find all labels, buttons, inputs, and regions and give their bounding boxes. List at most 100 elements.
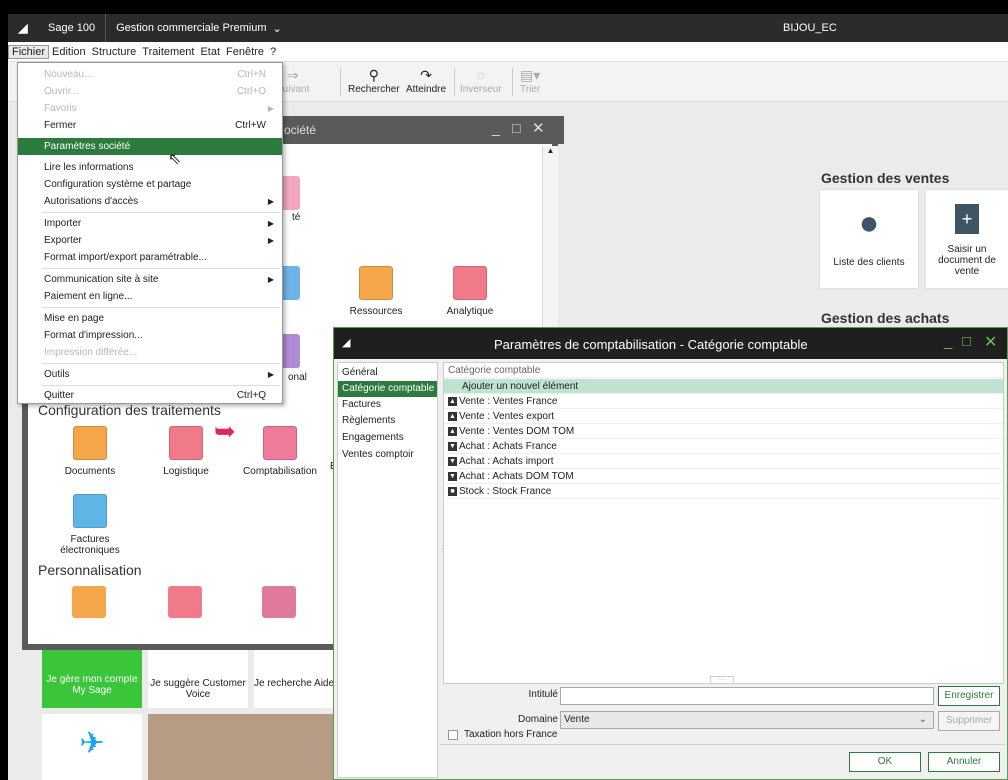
minimize-icon[interactable]: _ [492, 120, 500, 136]
menu-item-format-impression[interactable]: Format d'impression... [18, 327, 282, 344]
minimize-icon[interactable]: _ [944, 333, 952, 350]
categorie-list: Catégorie comptable Ajouter un nouvel él… [443, 362, 1004, 684]
forms-icon[interactable] [72, 586, 106, 618]
menu-item-nouveau[interactable]: Nouveau... Ctrl+N [18, 66, 282, 83]
list-item[interactable]: ▲ Vente : Ventes DOM TOM [444, 424, 1003, 439]
product-selector[interactable]: Gestion commerciale Premium ⌄ [106, 22, 292, 35]
list-item[interactable]: ■ Stock : Stock France [444, 484, 1003, 499]
cancel-button[interactable]: Annuler [928, 752, 1000, 772]
menu-edition[interactable]: Edition [49, 46, 89, 58]
list-item-label: Achat : Achats import [459, 456, 554, 467]
menu-item-autorisations[interactable]: Autorisations d'accès ▶ [18, 193, 282, 210]
menu-item-configuration[interactable]: Configuration système et partage [18, 176, 282, 193]
nav-reglements[interactable]: Règlements [338, 413, 437, 429]
menu-item-format-import-export[interactable]: Format import/export paramétrable... [18, 249, 282, 266]
sort-icon: ▤▾ [520, 67, 541, 83]
list-item-label: Achat : Achats France [459, 441, 557, 452]
tile-label: Saisir un document de vente [938, 244, 996, 277]
domaine-select[interactable]: Vente ⌄ [560, 711, 934, 729]
delete-button[interactable]: Supprimer [938, 711, 1000, 731]
scroll-up-icon[interactable]: ▲ [543, 146, 558, 155]
tile-aide-en-ligne[interactable]: Je recherche Aide en ligne [254, 650, 334, 708]
menu-fenetre[interactable]: Fenêtre [223, 46, 267, 58]
list-item-label: Achat : Achats DOM TOM [459, 471, 574, 482]
calendar-icon[interactable] [168, 586, 202, 618]
shortcut: Ctrl+O [236, 86, 266, 97]
module-ressources[interactable]: Ressources [336, 266, 416, 317]
module-label: Comptabilisation [243, 466, 317, 477]
list-item[interactable]: ▼ Achat : Achats France [444, 439, 1003, 454]
toolbar-inverseur-button[interactable]: ◌ Inverseur [460, 66, 502, 95]
menu-item-parametres-societe[interactable]: Paramètres société [18, 138, 282, 155]
sale-icon: ▲ [448, 396, 457, 406]
nav-factures[interactable]: Factures [338, 397, 437, 413]
window-title: ociété [284, 123, 317, 137]
list-item[interactable]: ▲ Vente : Ventes export [444, 409, 1003, 424]
toolbar-divider [454, 68, 455, 96]
maximize-icon[interactable]: □ [962, 333, 971, 350]
menu-item-importer[interactable]: Importer ▶ [18, 215, 282, 232]
tile-customer-voice[interactable]: Je suggère Customer Voice [148, 650, 248, 708]
tile-liste-clients[interactable]: ● Liste des clients [820, 190, 918, 288]
nav-engagements[interactable]: Engagements [338, 430, 437, 446]
nav-ventes-comptoir[interactable]: Ventes comptoir [338, 447, 437, 463]
search-icon: ⚲ [368, 67, 379, 83]
menu-item-ouvrir[interactable]: Ouvrir... Ctrl+O [18, 83, 282, 100]
menu-item-label: Lire les informations [44, 162, 134, 173]
list-item[interactable]: ▲ Vente : Ventes France [444, 394, 1003, 409]
menu-help[interactable]: ? [267, 46, 279, 58]
arrow-pointer-icon: ➥ [214, 416, 236, 446]
intitule-input[interactable] [560, 687, 934, 705]
menu-traitement[interactable]: Traitement [139, 46, 197, 58]
menu-item-mise-en-page[interactable]: Mise en page [18, 310, 282, 327]
divider [440, 744, 1005, 745]
close-icon[interactable]: ✕ [984, 332, 997, 352]
tile-saisir-document[interactable]: + Saisir un document de vente [926, 190, 1008, 288]
module-factures-electroniques[interactable]: Factures électroniques [50, 494, 130, 556]
menu-structure[interactable]: Structure [89, 46, 140, 58]
taxation-checkbox[interactable] [448, 730, 458, 740]
toolbar-divider [340, 68, 341, 96]
ok-button[interactable]: OK [849, 752, 921, 772]
shortcut: Ctrl+Q [236, 390, 266, 401]
nav-categorie-comptable[interactable]: Catégorie comptable [338, 381, 437, 397]
add-item-row[interactable]: Ajouter un nouvel élément [444, 379, 1003, 394]
list-item[interactable]: ▼ Achat : Achats import [444, 454, 1003, 469]
module-documents[interactable]: Documents [50, 426, 130, 477]
splitter-handle[interactable]: ···· [710, 676, 734, 684]
menu-item-fermer[interactable]: Fermer Ctrl+W [18, 117, 282, 134]
menu-item-label: Ouvrir... [44, 86, 80, 97]
tile-my-sage[interactable]: Je gère mon compte My Sage [42, 650, 142, 708]
module-comptabilisation[interactable]: Comptabilisation [240, 426, 320, 477]
twitter-icon[interactable]: ✈ [42, 714, 142, 780]
nav-general[interactable]: Général [338, 365, 437, 381]
menu-item-favoris[interactable]: Favoris ▶ [18, 100, 282, 117]
menu-item-impression-differee[interactable]: Impression différée... [18, 344, 282, 361]
menu-item-exporter[interactable]: Exporter ▶ [18, 232, 282, 249]
menu-item-label: Communication site à site [44, 274, 159, 285]
menu-etat[interactable]: Etat [197, 46, 223, 58]
refresh-icon: ◌ [476, 67, 485, 83]
menu-item-outils[interactable]: Outils ▶ [18, 366, 282, 383]
menu-item-label: Quitter [44, 390, 75, 401]
font-icon[interactable] [262, 586, 296, 618]
toolbar-goto-button[interactable]: ↷ Atteindre [406, 66, 446, 95]
menu-item-communication[interactable]: Communication site à site ▶ [18, 271, 282, 288]
menu-item-paiement[interactable]: Paiement en ligne... [18, 288, 282, 305]
menu-item-lire-informations[interactable]: Lire les informations [18, 159, 282, 176]
maximize-icon[interactable]: □ [512, 120, 520, 136]
menu-item-quitter[interactable]: Quitter Ctrl+Q [18, 387, 282, 404]
achats-title: Gestion des achats [821, 310, 950, 326]
close-icon[interactable]: ✕ [532, 119, 545, 137]
save-button[interactable]: Enregistrer [938, 686, 1000, 706]
taxation-label: Taxation hors France [464, 729, 558, 740]
menu-fichier[interactable]: Fichier [8, 44, 50, 59]
menu-separator [42, 212, 280, 213]
dialog-titlebar: ◢ Paramètres de comptabilisation - Catég… [334, 328, 1007, 359]
list-item[interactable]: ▼ Achat : Achats DOM TOM [444, 469, 1003, 484]
module-analytique[interactable]: Analytique [430, 266, 510, 317]
toolbar-sort-button[interactable]: ▤▾ Trier [520, 66, 540, 95]
toolbar-search-button[interactable]: ⚲ Rechercher [348, 66, 400, 95]
title-bar: ◢ Sage 100 Gestion commerciale Premium ⌄… [8, 14, 1008, 42]
tile-label: Liste des clients [833, 257, 905, 268]
